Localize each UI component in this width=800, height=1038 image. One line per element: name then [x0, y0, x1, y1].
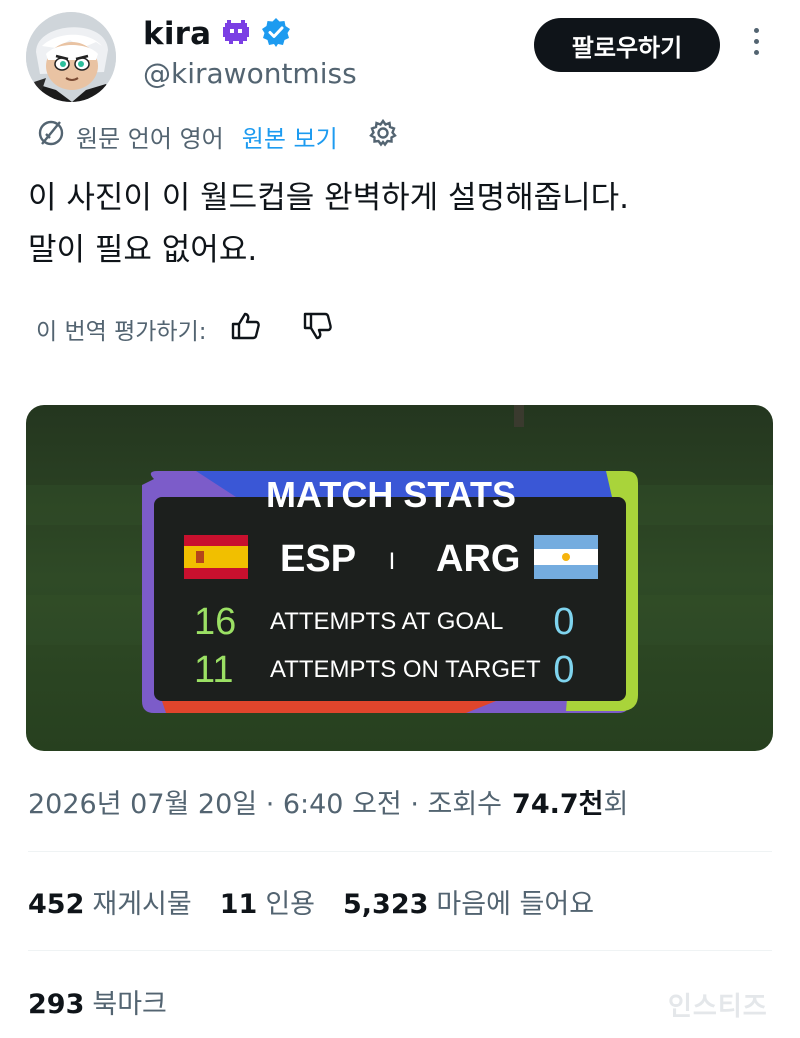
- stat-row-1-label: ATTEMPTS AT GOAL: [270, 608, 503, 635]
- team-right: ARG: [436, 538, 520, 580]
- view-count-suffix: 회: [603, 789, 629, 820]
- view-count: 74.7천: [512, 789, 604, 820]
- user-handle[interactable]: @kirawontmiss: [143, 57, 357, 90]
- translation-bar: 원문 언어 영어 원본 보기: [36, 116, 398, 156]
- argentina-flag-icon: [534, 535, 598, 579]
- tweet-text: 이 사진이 이 월드컵을 완벽하게 설명해줍니다. 말이 필요 없어요.: [28, 180, 630, 268]
- stat-row-1-left: 16: [194, 601, 236, 643]
- avatar[interactable]: [26, 12, 116, 102]
- display-name-row: kira: [143, 14, 291, 54]
- tweet-media-image[interactable]: MATCH STATS ESP I ARG 16 ATTEMPTS AT GOA…: [26, 405, 773, 751]
- tweet-meta: 2026년 07월 20일 · 6:40 오전 · 조회수 74.7천 회: [28, 782, 628, 821]
- team-separator: I: [389, 548, 396, 575]
- stat-row-2-left: 11: [194, 649, 233, 691]
- rating-label: 이 번역 평가하기:: [36, 319, 207, 345]
- thumbs-up-icon[interactable]: [229, 310, 261, 348]
- bookmark-stats: 293 북마크: [28, 982, 167, 1021]
- follow-button[interactable]: 팔로우하기: [534, 18, 720, 72]
- more-options-icon[interactable]: [742, 28, 770, 64]
- thumbs-down-icon[interactable]: [301, 310, 333, 348]
- source-language-label: 원문 언어 영어: [76, 124, 224, 153]
- team-left: ESP: [280, 538, 356, 580]
- engagement-stats: 452 재게시물 11 인용 5,323 마음에 들어요: [28, 882, 594, 921]
- display-name[interactable]: kira: [143, 16, 211, 52]
- watermark: 인스티즈: [668, 992, 768, 1022]
- settings-gear-icon[interactable]: [368, 118, 398, 154]
- timestamp[interactable]: 2026년 07월 20일 · 6:40 오전 · 조회수: [28, 782, 502, 821]
- spain-flag-icon: [184, 535, 248, 579]
- repost-count[interactable]: 452: [28, 889, 84, 920]
- stat-row-2-label: ATTEMPTS ON TARGET: [270, 656, 541, 683]
- quote-count[interactable]: 11: [220, 889, 258, 920]
- translate-icon: [36, 118, 66, 154]
- divider: [28, 950, 772, 951]
- alien-emoji-icon: [221, 18, 251, 50]
- bookmark-count[interactable]: 293: [28, 989, 84, 1020]
- match-stats-graphic: MATCH STATS ESP I ARG 16 ATTEMPTS AT GOA…: [26, 405, 773, 751]
- translation-rating: 이 번역 평가하기:: [36, 306, 333, 352]
- like-label[interactable]: 마음에 들어요: [436, 882, 594, 921]
- repost-label[interactable]: 재게시물: [92, 882, 191, 921]
- divider: [28, 851, 772, 852]
- quote-label[interactable]: 인용: [265, 882, 315, 921]
- view-original-link[interactable]: 원본 보기: [242, 119, 338, 154]
- stat-row-2-right: 0: [553, 649, 574, 691]
- panel-title: MATCH STATS: [266, 474, 516, 515]
- like-count[interactable]: 5,323: [343, 889, 428, 920]
- verified-badge-icon[interactable]: [261, 17, 291, 51]
- avatar-image: [26, 12, 116, 102]
- stat-row-1-right: 0: [553, 601, 574, 643]
- bookmark-label[interactable]: 북마크: [92, 982, 167, 1021]
